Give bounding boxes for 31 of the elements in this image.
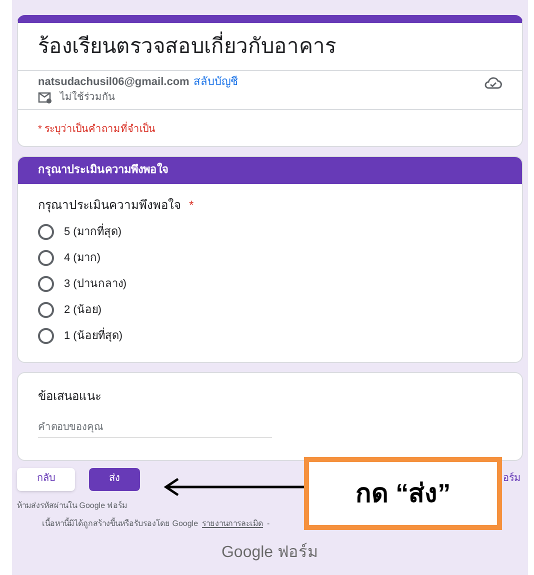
radio-button[interactable] [38,328,54,344]
clear-form-link[interactable]: อร์ม [503,473,521,486]
option-label: 3 (ปานกลาง) [64,278,126,291]
section-header: กรุณาประเมินความพึงพอใจ [18,156,522,184]
submit-button[interactable]: ส่ง [89,468,140,491]
comment-label: ข้อเสนอแนะ [38,389,102,404]
disclaimer-text: เนื้อหานี้มิได้ถูกสร้างขึ้นหรือรับรองโดย Google [42,519,198,529]
option-label: 2 (น้อย) [64,304,102,317]
switch-account-link[interactable]: สลับบัญชี [193,76,238,90]
callout-text: กด “ส่ง” [355,478,451,510]
google-forms-logo: Google ฟอร์ม [220,542,320,562]
radio-button[interactable] [38,224,54,240]
account-email: natsudachusil06@gmail.com [38,76,190,90]
cloud-icon [484,76,502,90]
option-label: 1 (น้อยที่สุด) [64,330,122,343]
option-label: 4 (มาก) [64,252,100,265]
separator: - [267,519,270,529]
required-note: * ระบุว่าเป็นคำถามที่จำเป็น [38,124,156,136]
required-asterisk: * [189,198,194,212]
option-label: 5 (มากที่สุด) [64,226,122,239]
question-label: กรุณาประเมินความพึงพอใจ [38,198,181,212]
mail-icon [38,92,52,104]
radio-button[interactable] [38,302,54,318]
back-button[interactable]: กลับ [17,468,75,491]
radio-button[interactable] [38,250,54,266]
password-warning: ห้ามส่งรหัสผ่านใน Google ฟอร์ม [17,500,128,510]
not-shared-text: ไม่ใช้ร่วมกัน [60,92,115,104]
report-abuse-link[interactable]: รายงานการละเมิด [202,519,264,529]
radio-button[interactable] [38,276,54,292]
answer-field[interactable]: คำตอบของคุณ [38,422,272,438]
form-title: ร้องเรียนตรวจสอบเกี่ยวกับอาคาร [38,34,502,60]
